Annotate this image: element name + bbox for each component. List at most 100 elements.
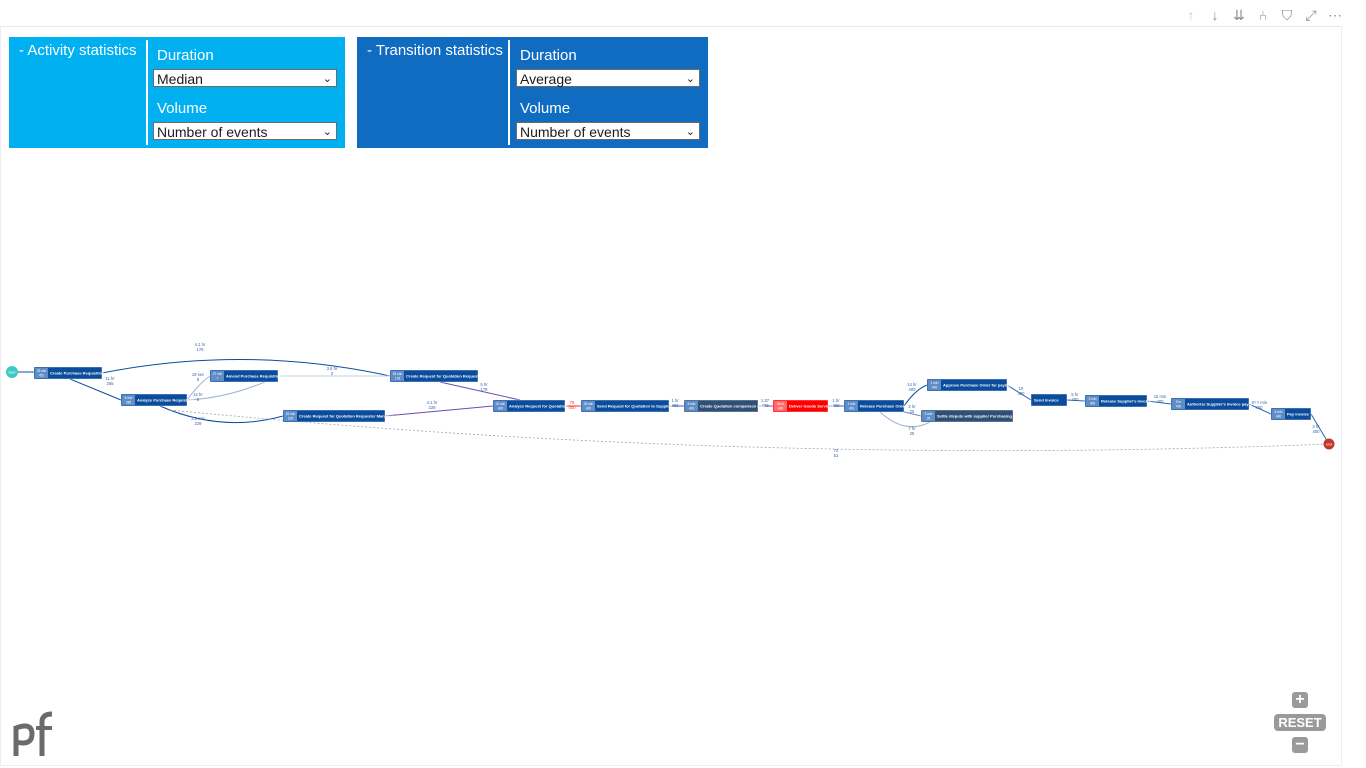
activity-node[interactable]: 1 min400 Approve Purchase Order for payme… — [926, 378, 1015, 392]
edge-count-label: 51 — [834, 453, 839, 458]
transition-volume-select[interactable]: Number of events ⌄ — [516, 122, 700, 140]
zoom-controls: + RESET − — [1274, 692, 1326, 753]
zoom-in-button[interactable]: + — [1292, 692, 1308, 708]
activity-node[interactable]: 53 min178 Create Request for Quotation Re… — [389, 369, 483, 383]
more-options-icon[interactable]: ⋯ — [1326, 6, 1344, 24]
activity-count: 178 — [395, 377, 401, 381]
activity-duration: 25 min — [286, 412, 296, 416]
filter-icon[interactable]: ⛉ — [1278, 6, 1296, 24]
activity-label: Create Request for Quotation Requester M… — [299, 414, 393, 419]
activity-node[interactable]: Send invoice — [1030, 393, 1068, 407]
activity-duration: 1 min — [848, 402, 856, 406]
edge-count-label: 5 — [197, 377, 200, 382]
activity-volume-label: Volume — [157, 100, 208, 117]
activity-label: Analyze Request for Quotation — [509, 404, 568, 409]
activity-label: Create Quotation comparison Map — [700, 404, 766, 409]
activity-count: 400 — [1176, 405, 1182, 409]
activity-volume-value: Number of events — [157, 124, 268, 140]
activity-count: 400 — [1276, 415, 1282, 419]
activity-node[interactable]: 36 hr400 Deliver Goods Services — [772, 399, 834, 413]
visual-toolbar: ↑ ↓ ⇊ ⑃ ⛉ ⤢ ⋯ — [1182, 6, 1344, 24]
arrow-up-icon[interactable]: ↑ — [1182, 6, 1200, 24]
activity-duration: 25 min — [37, 369, 47, 373]
edge-count-label: 400 — [1072, 397, 1080, 402]
activity-node[interactable]: 27 min7 Amend Purchase Requisition — [209, 369, 282, 383]
transition-statistics-title[interactable]: - Transition statistics — [367, 42, 503, 59]
activity-label: Analyze Purchase Requisition — [137, 398, 195, 403]
panel-divider — [146, 40, 148, 145]
zoom-out-button[interactable]: − — [1292, 737, 1308, 753]
activity-label: Deliver Goods Services — [789, 404, 834, 409]
activity-count: 285 — [126, 401, 132, 405]
activity-node[interactable]: 6 min285 Analyze Purchase Requisition — [120, 393, 195, 407]
activity-label: Send invoice — [1034, 398, 1059, 403]
activity-node[interactable]: 25 min451 Create Purchase Requisition — [33, 366, 105, 380]
chevron-down-icon: ⌄ — [322, 73, 332, 85]
transition-statistics-panel: - Transition statistics Duration Average… — [357, 37, 708, 148]
chevron-down-icon: ⌄ — [685, 73, 695, 85]
activity-duration: 3 min — [1089, 397, 1097, 401]
activity-duration-select[interactable]: Median ⌄ — [153, 69, 337, 87]
activity-duration: 36 hr — [777, 402, 785, 406]
activity-label: Settle dispute with supplier Purchasing … — [937, 414, 1025, 419]
activity-duration: 6 min — [1275, 410, 1283, 414]
activity-volume-select[interactable]: Number of events ⌄ — [153, 122, 337, 140]
activity-count: 400 — [932, 386, 938, 390]
activity-label: Release Purchase Order — [860, 404, 907, 409]
edge-count-label: 2 — [331, 371, 334, 376]
activity-node[interactable]: 3 min400 Release Supplier's invoice — [1084, 394, 1152, 408]
activity-node[interactable]: 5 min25 Settle dispute with supplier Purc… — [920, 409, 1025, 423]
focus-mode-icon[interactable]: ⤢ — [1302, 6, 1320, 24]
activity-count: 400 — [849, 407, 855, 411]
edge-count-label: 400 — [569, 405, 577, 410]
arrow-down-icon[interactable]: ↓ — [1206, 6, 1224, 24]
activity-label: Create Request for Quotation Requester — [406, 374, 483, 379]
transition-duration-select[interactable]: Average ⌄ — [516, 69, 700, 87]
activity-duration: 6 min — [688, 402, 696, 406]
activity-count: 451 — [39, 374, 45, 378]
activity-statistics-panel: - Activity statistics Duration Median ⌄ … — [9, 37, 345, 148]
activity-count: 25 — [927, 417, 931, 421]
activity-duration-label: Duration — [157, 47, 214, 64]
edge-count-label: 400 — [1157, 399, 1165, 404]
activity-count: 400 — [1090, 402, 1096, 406]
activity-node[interactable]: 26 min400 Send Request for Quotation to S… — [580, 399, 673, 413]
activity-node[interactable]: 6 min400 Pay invoice — [1270, 407, 1312, 421]
pf-logo — [12, 710, 58, 763]
reset-zoom-button[interactable]: RESET — [1274, 714, 1326, 731]
transition-volume-value: Number of events — [520, 124, 631, 140]
edge-12[interactable] — [903, 384, 928, 407]
process-map-nodes: startend25 min451 Create Purchase Requisi… — [6, 366, 1335, 450]
activity-duration: 5 min — [925, 412, 933, 416]
process-map[interactable]: 4.1 hr17611 hr26519 sec53.6 hr212 hr53.2… — [0, 330, 1340, 470]
activity-label: Amend Purchase Requisition — [226, 374, 282, 379]
edge-count-label: 400 — [1018, 391, 1026, 396]
double-arrow-down-icon[interactable]: ⇊ — [1230, 6, 1248, 24]
panel-divider — [508, 40, 510, 145]
activity-duration: 5 hr — [1176, 400, 1182, 404]
activity-node[interactable]: 5 hr400 Authorize Supplier's invoice paym… — [1170, 397, 1259, 411]
activity-count: 400 — [586, 407, 592, 411]
activity-label: Authorize Supplier's invoice payment — [1187, 402, 1259, 407]
edge-count-label: 229 — [429, 405, 437, 410]
edge-5[interactable] — [159, 405, 284, 424]
edge-count-label: 400 — [1313, 429, 1321, 434]
transition-duration-value: Average — [520, 71, 572, 87]
activity-node[interactable]: 6 min400 Create Quotation comparison Map — [683, 399, 766, 413]
activity-node[interactable]: 22 min400 Analyze Request for Quotation — [492, 399, 568, 413]
activity-count: 400 — [778, 407, 784, 411]
activity-label: Approve Purchase Order for payment — [943, 383, 1015, 388]
hierarchy-icon[interactable]: ⑃ — [1254, 6, 1272, 24]
activity-duration: 53 min — [393, 372, 403, 376]
edge-count-label: 265 — [107, 381, 115, 386]
activity-duration: 22 min — [496, 402, 506, 406]
edge-count-label: 25 — [910, 431, 915, 436]
edge-count-label: 229 — [195, 421, 203, 426]
activity-statistics-title[interactable]: - Activity statistics — [19, 42, 137, 59]
activity-node[interactable]: 1 min400 Release Purchase Order — [843, 399, 907, 413]
activity-label: Pay invoice — [1287, 412, 1310, 417]
activity-node[interactable]: 25 min229 Create Request for Quotation Re… — [282, 409, 393, 423]
edge-6[interactable] — [384, 405, 494, 417]
start-node-label: start — [9, 371, 16, 375]
activity-duration: 6 min — [125, 396, 133, 400]
